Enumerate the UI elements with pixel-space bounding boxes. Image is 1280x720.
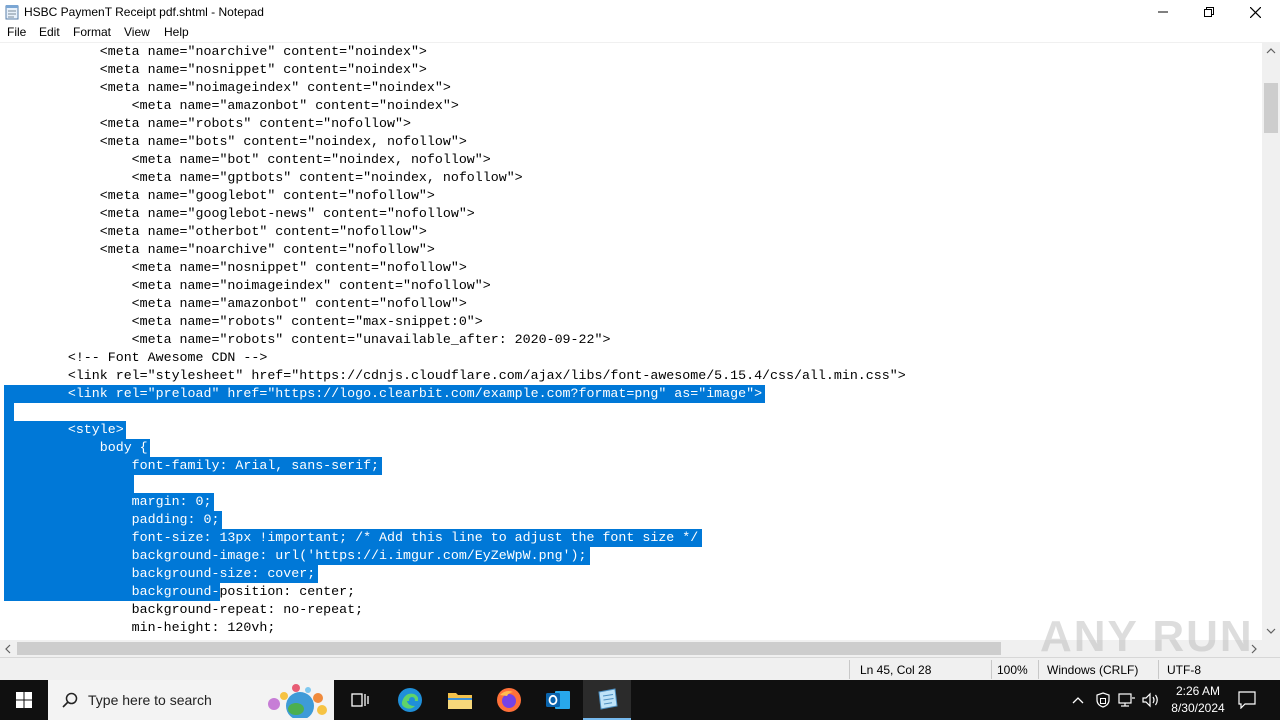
- network-icon[interactable]: [1118, 692, 1136, 708]
- selected-text: background-: [4, 584, 220, 599]
- unselected-text: position: center;: [219, 584, 356, 599]
- vertical-scrollbar[interactable]: [1262, 43, 1280, 640]
- editor-line: padding: 0;: [4, 512, 220, 527]
- title-bar[interactable]: HSBC PaymenT Receipt pdf.shtml - Notepad: [0, 0, 1280, 24]
- anyrun-watermark: ANY RUN: [1040, 612, 1254, 661]
- editor-line: <style>: [4, 422, 124, 437]
- restore-button[interactable]: [1186, 0, 1232, 24]
- editor-line: <meta name="noimageindex" content="noind…: [4, 80, 451, 95]
- editor-line: background-image: url('https://i.imgur.c…: [4, 548, 587, 563]
- outlook-icon: [546, 691, 570, 709]
- editor-line: <meta name="noimageindex" content="nofol…: [4, 278, 491, 293]
- editor-line: <meta name="bots" content="noindex, nofo…: [4, 134, 467, 149]
- edge-button[interactable]: [386, 680, 434, 720]
- vertical-scroll-thumb[interactable]: [1264, 83, 1278, 133]
- taskbar-search-box[interactable]: Type here to search: [48, 680, 334, 720]
- menu-file[interactable]: File: [7, 25, 26, 39]
- scroll-left-icon[interactable]: [4, 644, 12, 654]
- file-explorer-button[interactable]: [436, 680, 484, 720]
- status-separator: [849, 660, 850, 679]
- line-ending: Windows (CRLF): [1047, 663, 1139, 677]
- close-button[interactable]: [1232, 0, 1278, 24]
- minimize-button[interactable]: [1140, 0, 1186, 24]
- edge-icon: [398, 688, 422, 712]
- editor-line: font-size: 13px !important; /* Add this …: [4, 530, 699, 545]
- editor-line: <meta name="amazonbot" content="nofollow…: [4, 296, 467, 311]
- editor-line: background-position: center;: [4, 583, 355, 601]
- start-button[interactable]: [0, 680, 48, 720]
- show-hidden-icons-icon[interactable]: [1072, 695, 1084, 705]
- editor-line: <meta name="gptbots" content="noindex, n…: [4, 170, 523, 185]
- volume-icon[interactable]: [1142, 692, 1160, 708]
- clock-date[interactable]: 8/30/2024: [1160, 701, 1236, 715]
- notepad-icon: [5, 5, 19, 20]
- menu-bar: File Edit Format View Help: [0, 24, 1280, 43]
- status-separator: [1158, 660, 1159, 679]
- taskbar: Type here to search 2:26 AM 8/30/2024: [0, 680, 1280, 720]
- task-view-button[interactable]: [336, 680, 384, 720]
- search-placeholder: Type here to search: [88, 692, 212, 708]
- editor-line: <meta name="bot" content="noindex, nofol…: [4, 152, 491, 167]
- editor-line: <meta name="robots" content="unavailable…: [4, 332, 611, 347]
- editor-line: <meta name="otherbot" content="nofollow"…: [4, 224, 427, 239]
- windows-logo-icon: [16, 692, 32, 708]
- scroll-down-icon[interactable]: [1266, 627, 1276, 635]
- editor-line: <meta name="robots" content="nofollow">: [4, 116, 411, 131]
- selection-highlight: [4, 403, 14, 421]
- editor-line: <meta name="amazonbot" content="noindex"…: [4, 98, 459, 113]
- horizontal-scroll-thumb[interactable]: [17, 642, 1001, 655]
- restore-icon: [1204, 7, 1214, 17]
- menu-format[interactable]: Format: [73, 25, 111, 39]
- editor-line: <meta name="noarchive" content="noindex"…: [4, 44, 427, 59]
- minimize-icon: [1158, 11, 1168, 13]
- folder-icon: [448, 693, 472, 709]
- editor-line: <meta name="googlebot-news" content="nof…: [4, 206, 475, 221]
- notepad-taskbar-button[interactable]: [583, 680, 631, 720]
- search-highlight-illustration-icon: [268, 684, 327, 718]
- text-editor[interactable]: <meta name="noarchive" content="noindex"…: [0, 43, 1262, 640]
- security-icon[interactable]: [1096, 692, 1110, 708]
- editor-line: background-size: cover;: [4, 566, 316, 581]
- editor-line: <meta name="nosnippet" content="nofollow…: [4, 260, 467, 275]
- menu-help[interactable]: Help: [164, 25, 189, 39]
- notepad-icon: [598, 688, 618, 710]
- window-title: HSBC PaymenT Receipt pdf.shtml - Notepad: [24, 5, 264, 19]
- close-icon: [1249, 6, 1261, 18]
- status-separator: [1038, 660, 1039, 679]
- editor-line: <meta name="googlebot" content="nofollow…: [4, 188, 435, 203]
- cursor-position: Ln 45, Col 28: [860, 663, 932, 677]
- editor-line: <link rel="stylesheet" href="https://cdn…: [4, 368, 906, 383]
- scroll-up-icon[interactable]: [1266, 47, 1276, 55]
- firefox-icon: [497, 688, 521, 712]
- scroll-corner: [1262, 640, 1280, 657]
- zoom-level: 100%: [997, 663, 1028, 677]
- clock-time[interactable]: 2:26 AM: [1160, 684, 1236, 698]
- editor-line: body {: [4, 440, 148, 455]
- editor-line: background-repeat: no-repeat;: [4, 602, 364, 617]
- search-icon: [62, 692, 78, 708]
- task-view-icon: [351, 693, 369, 707]
- editor-line: <!-- Font Awesome CDN -->: [4, 350, 268, 365]
- editor-line: min-height: 120vh;: [4, 620, 276, 635]
- encoding: UTF-8: [1167, 663, 1201, 677]
- firefox-button[interactable]: [485, 680, 533, 720]
- status-separator: [991, 660, 992, 679]
- editor-line: <meta name="nosnippet" content="noindex"…: [4, 62, 427, 77]
- menu-edit[interactable]: Edit: [39, 25, 60, 39]
- editor-line: <link rel="preload" href="https://logo.c…: [4, 386, 763, 401]
- menu-view[interactable]: View: [124, 25, 150, 39]
- editor-line: <meta name="robots" content="max-snippet…: [4, 314, 483, 329]
- outlook-button[interactable]: [534, 680, 582, 720]
- notifications-icon[interactable]: [1238, 691, 1256, 709]
- editor-line: margin: 0;: [4, 494, 212, 509]
- editor-line: <meta name="noarchive" content="nofollow…: [4, 242, 435, 257]
- editor-line: font-family: Arial, sans-serif;: [4, 458, 380, 473]
